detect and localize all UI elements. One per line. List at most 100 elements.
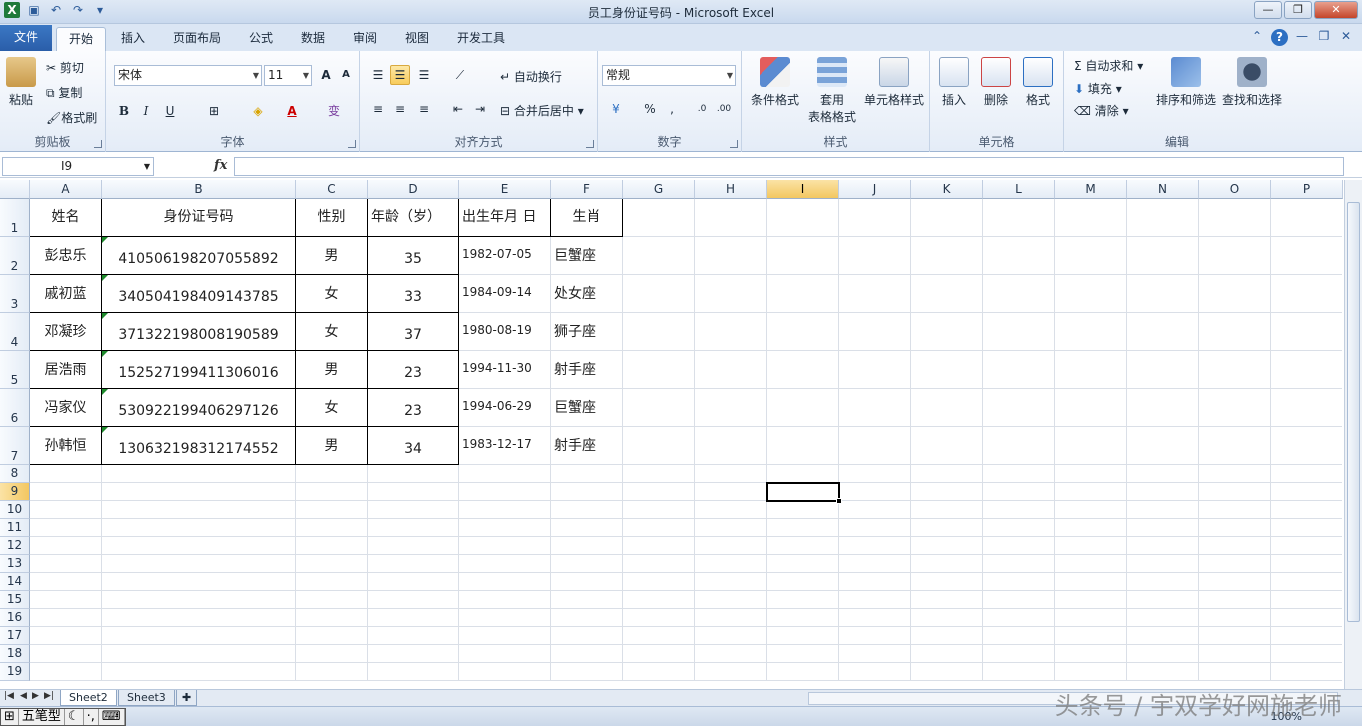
cell-P17[interactable] (1271, 627, 1342, 645)
row-header-17[interactable]: 17 (0, 627, 30, 645)
cell-O7[interactable] (1199, 427, 1271, 465)
cell-I14[interactable] (767, 573, 839, 591)
cell-H4[interactable] (695, 313, 767, 351)
sheet-tab[interactable]: Sheet2 (60, 690, 117, 706)
cell-F2[interactable]: 巨蟹座 (551, 237, 623, 275)
cell-N1[interactable] (1127, 199, 1199, 237)
cell-E15[interactable] (459, 591, 551, 609)
cell-F8[interactable] (551, 465, 623, 483)
cell-E11[interactable] (459, 519, 551, 537)
row-header-3[interactable]: 3 (0, 275, 30, 313)
cell-A19[interactable] (30, 663, 102, 681)
autosum-button[interactable]: Σ 自动求和 ▾ (1074, 57, 1143, 74)
cell-H3[interactable] (695, 275, 767, 313)
cell-G15[interactable] (623, 591, 695, 609)
align-middle-icon[interactable]: ☰ (390, 65, 410, 85)
cell-B13[interactable] (102, 555, 296, 573)
row-header-15[interactable]: 15 (0, 591, 30, 609)
cell-M18[interactable] (1055, 645, 1127, 663)
cell-N4[interactable] (1127, 313, 1199, 351)
cell-A2[interactable]: 彭忠乐 (30, 237, 102, 275)
cell-A17[interactable] (30, 627, 102, 645)
cell-H6[interactable] (695, 389, 767, 427)
cell-D12[interactable] (368, 537, 459, 555)
cell-G1[interactable] (623, 199, 695, 237)
cell-N3[interactable] (1127, 275, 1199, 313)
cell-F10[interactable] (551, 501, 623, 519)
cell-C2[interactable]: 男 (296, 237, 368, 275)
cell-D1[interactable]: 年龄（岁） (368, 199, 459, 237)
cell-D7[interactable]: 34 (368, 427, 459, 465)
underline-icon[interactable]: U (160, 101, 180, 121)
column-header-I[interactable]: I (767, 180, 839, 199)
column-header-E[interactable]: E (459, 180, 551, 199)
cell-N15[interactable] (1127, 591, 1199, 609)
cell-I3[interactable] (767, 275, 839, 313)
cell-J14[interactable] (839, 573, 911, 591)
row-header-8[interactable]: 8 (0, 465, 30, 483)
first-sheet-icon[interactable]: |◀ (4, 691, 14, 701)
cell-F11[interactable] (551, 519, 623, 537)
cell-E7[interactable]: 1983-12-17 (459, 427, 551, 465)
cell-K18[interactable] (911, 645, 983, 663)
cell-L17[interactable] (983, 627, 1055, 645)
cell-K2[interactable] (911, 237, 983, 275)
worksheet-grid[interactable]: 姓名 身份证号码 性别 年龄（岁） 出生年月 日 生肖 彭忠乐 410506198207055… (30, 199, 1342, 689)
cell-P5[interactable] (1271, 351, 1342, 389)
cell-F7[interactable]: 射手座 (551, 427, 623, 465)
cell-O9[interactable] (1199, 483, 1271, 501)
cell-B9[interactable] (102, 483, 296, 501)
cell-N16[interactable] (1127, 609, 1199, 627)
doc-close-icon[interactable]: ✕ (1338, 29, 1354, 46)
cell-K5[interactable] (911, 351, 983, 389)
prev-sheet-icon[interactable]: ◀ (20, 691, 27, 701)
cell-I13[interactable] (767, 555, 839, 573)
cell-I7[interactable] (767, 427, 839, 465)
cell-O6[interactable] (1199, 389, 1271, 427)
cell-N10[interactable] (1127, 501, 1199, 519)
error-indicator-icon[interactable] (102, 275, 108, 281)
error-indicator-icon[interactable] (102, 237, 108, 243)
cell-I17[interactable] (767, 627, 839, 645)
cell-D5[interactable]: 23 (368, 351, 459, 389)
cell-J19[interactable] (839, 663, 911, 681)
cell-I10[interactable] (767, 501, 839, 519)
tab-review[interactable]: 审阅 (342, 27, 388, 51)
cell-C3[interactable]: 女 (296, 275, 368, 313)
cell-M9[interactable] (1055, 483, 1127, 501)
error-indicator-icon[interactable] (102, 389, 108, 395)
font-size-select[interactable]: 11 ▼ (264, 65, 312, 86)
cell-A13[interactable] (30, 555, 102, 573)
shrink-font-icon[interactable]: A (336, 65, 356, 85)
cell-O18[interactable] (1199, 645, 1271, 663)
cell-K4[interactable] (911, 313, 983, 351)
column-header-N[interactable]: N (1127, 180, 1199, 199)
cell-N2[interactable] (1127, 237, 1199, 275)
cell-A9[interactable] (30, 483, 102, 501)
cell-L4[interactable] (983, 313, 1055, 351)
cell-C15[interactable] (296, 591, 368, 609)
fx-icon[interactable]: fx (214, 158, 227, 173)
cell-G14[interactable] (623, 573, 695, 591)
cell-M16[interactable] (1055, 609, 1127, 627)
cell-A4[interactable]: 邓凝珍 (30, 313, 102, 351)
row-header-2[interactable]: 2 (0, 237, 30, 275)
cell-G5[interactable] (623, 351, 695, 389)
cell-D14[interactable] (368, 573, 459, 591)
cell-M3[interactable] (1055, 275, 1127, 313)
cell-F16[interactable] (551, 609, 623, 627)
column-header-P[interactable]: P (1271, 180, 1343, 199)
cell-P4[interactable] (1271, 313, 1342, 351)
cell-C13[interactable] (296, 555, 368, 573)
cell-C1[interactable]: 性别 (296, 199, 368, 237)
cell-H17[interactable] (695, 627, 767, 645)
cell-D11[interactable] (368, 519, 459, 537)
cell-G13[interactable] (623, 555, 695, 573)
column-header-C[interactable]: C (296, 180, 368, 199)
align-bottom-icon[interactable]: ☰ (414, 65, 434, 85)
cell-B19[interactable] (102, 663, 296, 681)
cell-N14[interactable] (1127, 573, 1199, 591)
cell-D19[interactable] (368, 663, 459, 681)
cell-G6[interactable] (623, 389, 695, 427)
cell-L9[interactable] (983, 483, 1055, 501)
